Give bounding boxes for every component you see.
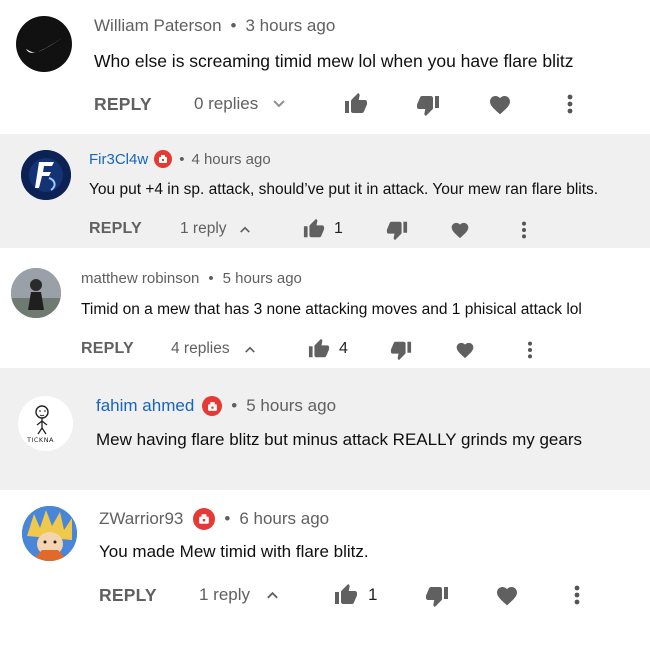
thumbs-down-icon[interactable] (415, 93, 441, 117)
like-count: 4 (339, 340, 348, 357)
thumbs-down-icon[interactable] (424, 584, 450, 608)
comment-text: Mew having flare blitz but minus attack … (96, 430, 582, 449)
comment-actions: REPLY 1 reply 1 (0, 214, 650, 242)
avatar[interactable] (21, 150, 71, 200)
chevron-up-icon (239, 226, 250, 233)
comment-header: matthew robinson • 5 hours ago (81, 270, 302, 287)
timestamp: 3 hours ago (245, 16, 336, 35)
thumbs-up-icon[interactable] (302, 218, 326, 240)
replies-count: 1 reply (180, 220, 227, 237)
creator-badge-icon (207, 401, 217, 411)
timestamp: 6 hours ago (239, 509, 330, 528)
comment-header: ZWarrior93 • 6 hours ago (99, 508, 329, 530)
replies-toggle[interactable]: 1 reply (199, 585, 279, 605)
heart-icon[interactable] (495, 584, 519, 606)
timestamp: 5 hours ago (246, 396, 337, 415)
author-name[interactable]: ZWarrior93 (99, 509, 183, 529)
avatar[interactable] (11, 268, 61, 318)
chevron-up-icon (267, 591, 278, 599)
replies-count: 0 replies (194, 94, 259, 113)
chevron-up-icon (244, 346, 255, 353)
comment-2: Fir3Cl4w • 4 hours ago You put +4 in sp.… (0, 134, 650, 248)
more-options-icon[interactable] (526, 340, 534, 360)
comment-text: You made Mew timid with flare blitz. (99, 542, 369, 561)
timestamp: 4 hours ago (191, 150, 271, 168)
reply-button[interactable]: REPLY (99, 585, 157, 606)
reply-button[interactable]: REPLY (81, 340, 134, 358)
comment-text: Who else is screaming timid mew lol when… (94, 51, 574, 71)
person-photo-icon (11, 268, 61, 318)
author-name[interactable]: William Paterson (94, 16, 222, 36)
replies-toggle[interactable]: 0 replies (194, 94, 286, 114)
flame-letter-logo-icon (21, 150, 71, 200)
separator-dot: • (231, 396, 238, 415)
reply-button[interactable]: REPLY (89, 220, 142, 238)
thumbs-down-icon[interactable] (385, 219, 409, 241)
separator-dot: • (179, 150, 185, 168)
thumbs-down-icon[interactable] (389, 339, 413, 361)
more-options-icon[interactable] (573, 584, 581, 606)
comment-header: fahim ahmed • 5 hours ago (96, 396, 336, 416)
reply-button[interactable]: REPLY (94, 94, 152, 115)
author-name[interactable]: matthew robinson (81, 270, 199, 287)
anime-character-icon (22, 506, 77, 561)
comment-header: William Paterson • 3 hours ago (94, 16, 335, 36)
thumbs-up-icon[interactable] (333, 583, 359, 607)
heart-icon[interactable] (450, 220, 470, 239)
comment-header: Fir3Cl4w • 4 hours ago (89, 150, 271, 168)
comment-3: matthew robinson • 5 hours ago Timid on … (0, 248, 650, 368)
like-count: 1 (334, 220, 343, 237)
swoosh-logo-icon (26, 38, 62, 53)
author-name[interactable]: Fir3Cl4w (89, 151, 148, 168)
comment-text: Timid on a mew that has 3 none attacking… (81, 301, 582, 318)
heart-icon[interactable] (455, 340, 475, 359)
replies-toggle[interactable]: 4 replies (171, 340, 256, 358)
creator-badge-icon (159, 155, 168, 163)
like-count: 1 (368, 585, 378, 604)
separator-dot: • (224, 509, 231, 528)
comment-4: TICKNA fahim ahmed • 5 hours ago Mew hav… (0, 368, 650, 490)
comment-actions: REPLY 4 replies 4 (0, 334, 650, 362)
replies-toggle[interactable]: 1 reply (180, 220, 251, 238)
avatar-caption: TICKNA (27, 436, 54, 444)
avatar[interactable] (16, 16, 72, 72)
thumbs-up-icon[interactable] (307, 338, 331, 360)
avatar[interactable]: TICKNA (18, 396, 73, 451)
comment-text: You put +4 in sp. attack, should’ve put … (89, 181, 599, 198)
avatar[interactable] (22, 506, 77, 561)
creator-badge (154, 150, 173, 168)
heart-icon[interactable] (488, 93, 512, 115)
timestamp: 5 hours ago (222, 270, 302, 287)
chevron-down-icon (273, 100, 285, 108)
replies-count: 4 replies (171, 340, 230, 357)
author-name[interactable]: fahim ahmed (96, 396, 194, 416)
creator-badge-icon (199, 514, 210, 524)
comment-1: William Paterson • 3 hours ago Who else … (0, 0, 650, 134)
comment-actions: REPLY 0 replies (0, 88, 650, 120)
comment-5: ZWarrior93 • 6 hours ago You made Mew ti… (0, 490, 650, 650)
more-options-icon[interactable] (566, 93, 574, 115)
replies-count: 1 reply (199, 585, 251, 604)
separator-dot: • (208, 270, 214, 287)
more-options-icon[interactable] (520, 220, 528, 240)
separator-dot: • (230, 16, 237, 35)
thumbs-up-icon[interactable] (343, 92, 369, 116)
creator-badge (202, 396, 223, 416)
comment-actions: REPLY 1 reply 1 (0, 578, 650, 610)
creator-badge (193, 508, 216, 530)
